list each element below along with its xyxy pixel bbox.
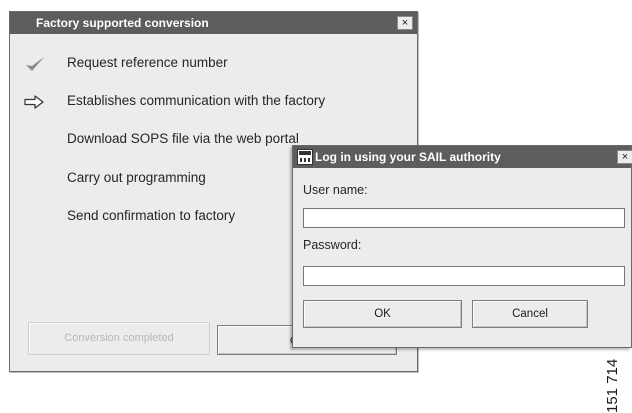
- main-close-button[interactable]: ×: [397, 16, 413, 30]
- main-dialog-title: Factory supported conversion: [36, 16, 209, 30]
- login-cancel-button[interactable]: Cancel: [472, 300, 588, 328]
- conversion-completed-button[interactable]: Conversion completed: [28, 322, 210, 355]
- arrow-right-icon: [24, 95, 44, 109]
- username-field[interactable]: [303, 208, 625, 228]
- step-label: Download SOPS file via the web portal: [67, 131, 299, 146]
- password-field[interactable]: [303, 266, 625, 286]
- step-label: Carry out programming: [67, 170, 206, 185]
- close-icon: ×: [401, 17, 409, 29]
- step-label: Establishes communication with the facto…: [67, 93, 326, 108]
- close-icon: ×: [621, 151, 629, 163]
- application-icon: [297, 149, 313, 165]
- step-label: Request reference number: [67, 55, 228, 70]
- step-label: Send confirmation to factory: [67, 208, 236, 223]
- password-label: Password:: [303, 238, 362, 252]
- figure-number: 151 714: [604, 358, 621, 413]
- main-title-bar[interactable]: Factory supported conversion ×: [10, 12, 417, 34]
- username-label: User name:: [303, 183, 368, 197]
- step-establish-communication: Establishes communication with the facto…: [10, 92, 417, 112]
- login-close-button[interactable]: ×: [617, 150, 632, 164]
- login-title-bar[interactable]: Log in using your SAIL authority ×: [293, 146, 632, 168]
- step-request-reference: Request reference number: [10, 54, 417, 74]
- login-dialog-title: Log in using your SAIL authority: [315, 150, 501, 164]
- sail-login-dialog: Log in using your SAIL authority × User …: [292, 145, 632, 348]
- checkmark-icon: [26, 57, 44, 71]
- ok-button[interactable]: OK: [303, 300, 462, 328]
